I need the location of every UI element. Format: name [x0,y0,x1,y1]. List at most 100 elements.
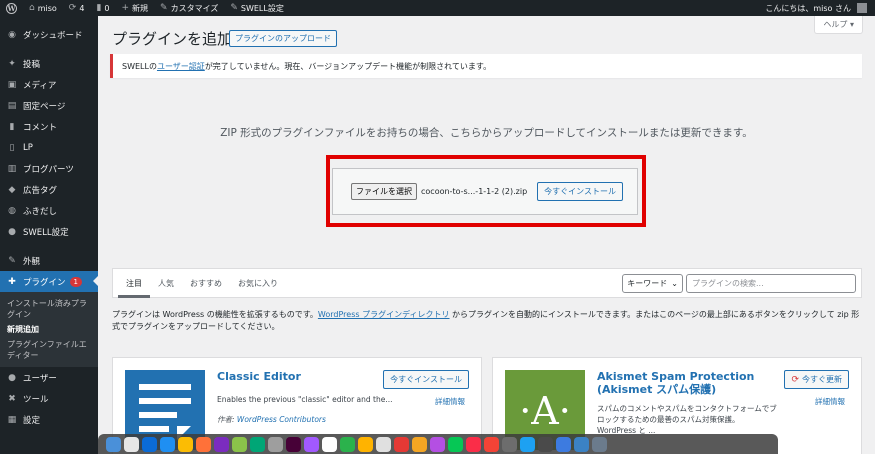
avatar [857,3,867,13]
firefox-icon[interactable] [196,436,211,452]
plugin-icon: ✚ [8,276,16,287]
install-now-button[interactable]: 今すぐインストール [383,370,469,389]
parts-icon: ▥ [7,163,17,174]
comment-icon: ▮ [96,2,102,13]
more-details-link[interactable]: 詳細情報 [815,396,845,407]
app-icon[interactable] [376,436,391,452]
app-icon[interactable] [268,436,283,452]
music-icon[interactable] [466,436,481,452]
upload-description: ZIP 形式のプラグインファイルをお持ちの場合、こちらからアップロードしてインス… [220,127,753,139]
page-icon: ▤ [7,100,17,111]
menu-dashboard[interactable]: ◉ ダッシュボード [0,24,98,45]
menu-appearance[interactable]: ✎ 外観 [0,250,98,271]
plugin-search-input[interactable]: プラグインの検索... [686,273,856,293]
app-icon[interactable] [412,436,427,452]
new-content-link[interactable]: + 新規 [115,0,154,16]
line-icon[interactable] [448,436,463,452]
author-label: 作者: [217,415,237,424]
swell-auth-notice: SWELLの ユーザー認証 が完了していません。現在、バージョンアップデート機能が制… [110,54,862,78]
customize-label: カスタマイズ [170,3,219,13]
plugin-filter-bar: 注目 人気 おすすめ お気に入り キーワード ⌄ プラグインの検索... [112,268,862,298]
dropbox-icon[interactable] [142,436,157,452]
app-icon[interactable] [250,436,265,452]
submenu-add-new[interactable]: 新規追加 [0,322,98,337]
submenu-installed-plugins[interactable]: インストール済みプラグイン [0,296,98,322]
customize-link[interactable]: ✎ カスタマイズ [154,0,224,16]
comments-link[interactable]: ▮ 0 [90,0,115,16]
menu-balloon[interactable]: ◍ ふきだし [0,200,98,221]
app-icon[interactable] [538,436,553,452]
app-icon[interactable] [232,436,247,452]
menu-plugins[interactable]: ✚ プラグイン 1 [0,271,98,292]
trash-icon[interactable] [592,436,607,452]
settings-icon[interactable] [502,436,517,452]
menu-blog-parts[interactable]: ▥ ブログパーツ [0,158,98,179]
app-icon[interactable] [484,436,499,452]
menu-pages[interactable]: ▤ 固定ページ [0,95,98,116]
menu-ad-tags[interactable]: ◆ 広告タグ [0,179,98,200]
podcasts-icon[interactable] [430,436,445,452]
menu-label: 広告タグ [23,185,58,196]
tab-popular[interactable]: 人気 [150,268,182,298]
calendar-icon[interactable] [322,436,337,452]
submenu-plugin-editor[interactable]: プラグインファイルエディター [0,337,98,363]
search-type-select[interactable]: キーワード ⌄ [622,273,683,293]
plugin-info-text: プラグインは WordPress の機能性を拡張するものです。WordPress… [112,309,864,333]
search-area: キーワード ⌄ プラグインの検索... [622,273,861,293]
plugin-directory-link[interactable]: WordPress プラグインディレクトリ [318,310,450,319]
brush-icon: ✎ [160,2,168,13]
menu-comments[interactable]: ▮ コメント [0,116,98,137]
mail-icon[interactable] [556,436,571,452]
wp-logo-menu[interactable]: W [0,0,23,16]
notice-prefix: SWELLの [122,61,157,71]
updates-link[interactable]: ⟳ 4 [63,0,91,16]
refresh-icon: ⟳ [68,2,77,13]
menu-label: 投稿 [23,59,41,70]
plugin-title[interactable]: Classic Editor [217,370,301,383]
site-name-link[interactable]: ⌂ miso [23,0,63,16]
menu-settings[interactable]: ▦ 設定 [0,409,98,430]
xd-icon[interactable] [286,436,301,452]
akismet-logo-letter: ·A· [519,389,571,433]
app-store-icon[interactable] [160,436,175,452]
wrench-icon: ✖ [8,393,16,404]
filezilla-icon[interactable] [394,436,409,452]
more-details-link[interactable]: 詳細情報 [435,396,465,407]
app-icon[interactable] [520,436,535,452]
menu-tools[interactable]: ✖ ツール [0,388,98,409]
search-type-value: キーワード [627,278,668,288]
menu-label: ダッシュボード [23,30,83,41]
page-title: プラグインを追加 [112,30,233,48]
menu-media[interactable]: ▣ メディア [0,74,98,95]
menu-lp[interactable]: ▯ LP [0,137,98,158]
tab-featured[interactable]: 注目 [118,268,150,298]
figma-icon[interactable] [304,436,319,452]
new-label: 新規 [132,3,149,13]
updates-count: 4 [79,3,85,13]
swell-settings-link[interactable]: ✎ SWELL設定 [224,0,290,16]
menu-label: ユーザー [23,373,57,384]
tab-recommended[interactable]: おすすめ [182,268,230,298]
author-link[interactable]: WordPress Contributors [237,415,326,424]
upload-plugin-button[interactable]: プラグインのアップロード [229,30,337,47]
plugin-title[interactable]: Akismet Spam Protection (Akismet スパム保護) [597,370,767,396]
menu-label: ふきだし [23,206,58,217]
my-account-link[interactable]: こんにちは、miso さん [759,0,875,16]
update-now-button[interactable]: ⟳ 今すぐ更新 [784,370,849,389]
menu-posts[interactable]: ✦ 投稿 [0,53,98,74]
launchpad-icon[interactable] [124,436,139,452]
user-auth-link[interactable]: ユーザー認証 [157,61,205,72]
app-icon[interactable] [214,436,229,452]
finder-icon[interactable] [106,436,121,452]
home-icon: ⌂ [29,2,35,13]
admin-sidebar: ◉ ダッシュボード ✦ 投稿 ▣ メディア ▤ 固定ページ ▮ コメント ▯ LP ▥ ブログ… [0,16,98,454]
swell-icon: ✎ [230,2,238,13]
evernote-icon[interactable] [340,436,355,452]
app-icon[interactable] [358,436,373,452]
tab-favorites[interactable]: お気に入り [230,268,286,298]
menu-swell-settings[interactable]: ● SWELL設定 [0,221,98,242]
folder-icon[interactable] [574,436,589,452]
chrome-icon[interactable] [178,436,193,452]
menu-users[interactable]: ● ユーザー [0,367,98,388]
help-button[interactable]: ヘルプ ▾ [814,16,863,34]
